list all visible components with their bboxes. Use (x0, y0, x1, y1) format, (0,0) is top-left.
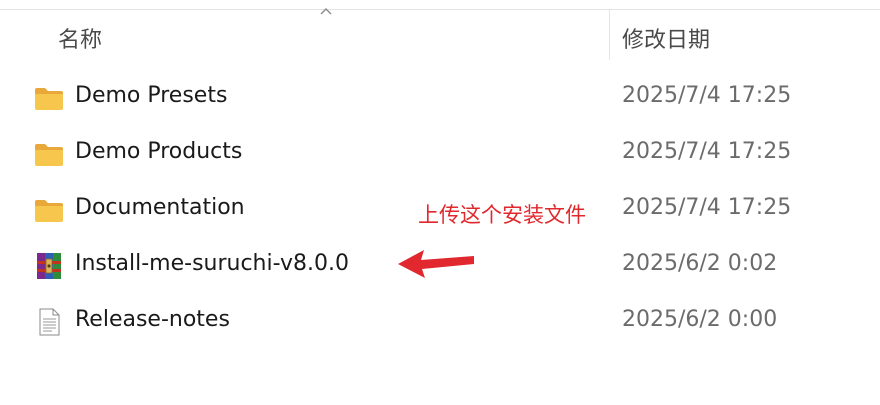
file-row-demo-products[interactable]: Demo Products 2025/7/4 17:25 (0, 126, 880, 182)
file-date-modified: 2025/7/4 17:25 (622, 195, 792, 220)
annotation-label: 上传这个安装文件 (418, 203, 586, 227)
file-date-modified: 2025/6/2 0:02 (622, 251, 778, 276)
file-date-modified: 2025/7/4 17:25 (622, 83, 792, 108)
file-name: Install-me-suruchi-v8.0.0 (75, 251, 349, 276)
file-date-modified: 2025/7/4 17:25 (622, 139, 792, 164)
file-name: Demo Products (75, 139, 243, 164)
text-document-icon (39, 308, 60, 336)
file-explorer-list: 名称 修改日期 Demo Presets 2025/7/4 17:25 Demo… (0, 0, 880, 405)
file-date-modified: 2025/6/2 0:00 (622, 307, 778, 332)
file-name: Documentation (75, 195, 245, 220)
file-name: Release-notes (75, 307, 230, 332)
file-row-release-notes[interactable]: Release-notes 2025/6/2 0:00 (0, 294, 880, 350)
column-separator[interactable] (609, 10, 610, 60)
file-row-demo-presets[interactable]: Demo Presets 2025/7/4 17:25 (0, 70, 880, 126)
folder-icon (35, 144, 63, 166)
annotation-arrow-icon (398, 250, 474, 278)
winrar-archive-icon (37, 253, 61, 279)
folder-icon (35, 200, 63, 222)
column-header-name[interactable]: 名称 (58, 22, 102, 54)
column-header-bar: 名称 修改日期 (0, 10, 880, 62)
file-name: Demo Presets (75, 83, 228, 108)
folder-icon (35, 88, 63, 110)
column-header-date-modified[interactable]: 修改日期 (622, 22, 710, 54)
